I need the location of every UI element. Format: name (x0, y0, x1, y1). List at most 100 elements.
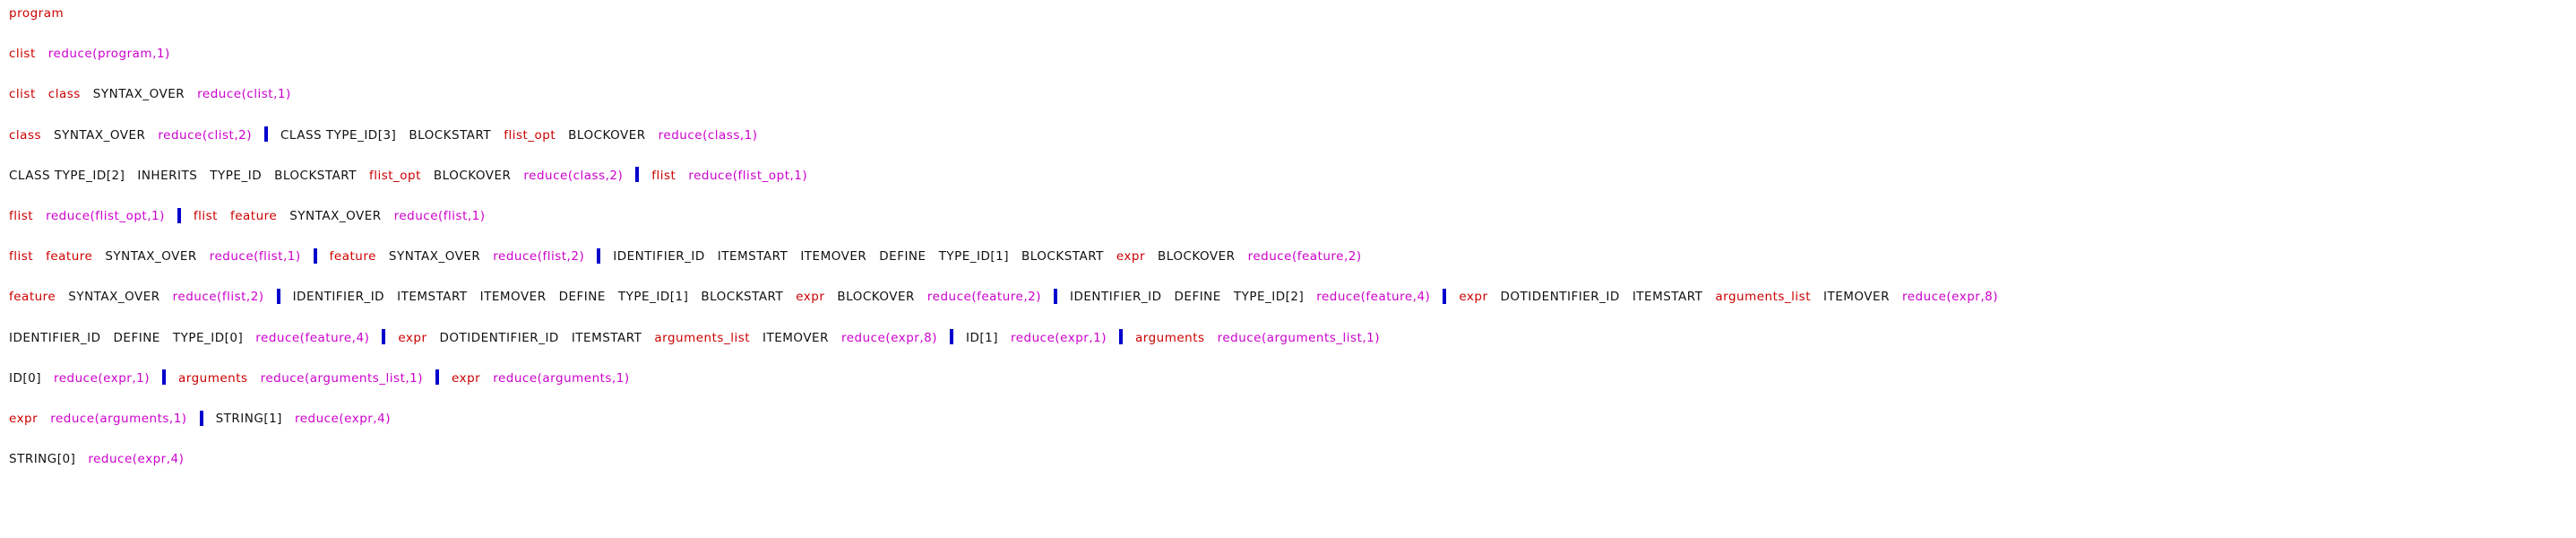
separator-bar (276, 288, 280, 304)
trace-line: feature SYNTAX_OVER reduce(flist,2) IDENTIF… (9, 288, 2011, 305)
terminal-token: DOTIDENTIFIER_ID (439, 330, 559, 345)
terminal-token: BLOCKSTART (409, 127, 492, 143)
nonterminal-token: class (47, 87, 81, 102)
reduce-action: reduce(flist,1) (393, 209, 486, 223)
separator-bar (597, 247, 601, 264)
terminal-token: STRING[0] (9, 452, 76, 467)
reduce-action: reduce(expr,8) (1901, 290, 1998, 305)
trace-line: STRING[0] reduce(expr,4) (9, 451, 196, 467)
terminal-token: TYPE_ID (210, 168, 263, 183)
terminal-token: TYPE_ID[1] (617, 290, 689, 305)
terminal-token: DEFINE (558, 290, 606, 305)
separator-bar (435, 369, 440, 386)
trace-line: flist feature SYNTAX_OVER reduce(flist,1) fe… (9, 247, 1374, 265)
reduce-action: reduce(arguments_list,1) (1217, 330, 1381, 345)
terminal-token: BLOCKOVER (433, 168, 512, 183)
nonterminal-token: expr (796, 290, 825, 305)
nonterminal-token: flist_opt (368, 168, 421, 183)
nonterminal-token: expr (1116, 249, 1146, 265)
reduce-action: reduce(expr,1) (1011, 330, 1107, 345)
terminal-token: CLASS TYPE_ID[2] (9, 168, 125, 183)
reduce-action: reduce(arguments,1) (493, 370, 630, 386)
terminal-token: CLASS TYPE_ID[3] (280, 127, 397, 143)
trace-line: program (9, 5, 76, 22)
terminal-token: SYNTAX_OVER (92, 87, 185, 102)
terminal-token: ITEMSTART (717, 249, 788, 265)
trace-line: ID[0] reduce(expr,1) arguments reduce(argum… (9, 369, 642, 386)
parse-trace-canvas: { "colors": { "terminal": "#111111", "no… (0, 0, 2576, 538)
trace-line: class SYNTAX_OVER reduce(clist,2) CLASS TYP… (9, 126, 771, 143)
reduce-action: reduce(arguments_list,1) (260, 370, 424, 386)
separator-bar (313, 247, 317, 264)
reduce-action: reduce(clist,1) (197, 87, 291, 102)
terminal-token: SYNTAX_OVER (54, 127, 146, 143)
nonterminal-token: clist (9, 87, 36, 102)
terminal-token: ID[1] (966, 330, 998, 345)
separator-bar (950, 329, 953, 345)
terminal-token: IDENTIFIER_ID (613, 249, 705, 265)
reduce-action: reduce(feature,4) (1316, 290, 1431, 305)
reduce-action: reduce(feature,4) (255, 330, 370, 345)
nonterminal-token: program (9, 6, 65, 21)
nonterminal-token: class (9, 127, 42, 143)
terminal-token: ITEMOVER (762, 330, 829, 345)
reduce-action: reduce(flist,2) (493, 249, 585, 265)
nonterminal-token: arguments (1135, 330, 1205, 345)
terminal-token: ITEMSTART (1632, 290, 1703, 305)
terminal-token: ITEMSTART (571, 330, 642, 345)
nonterminal-token: feature (229, 209, 278, 223)
terminal-token: BLOCKSTART (274, 168, 357, 183)
nonterminal-token: flist (9, 209, 34, 223)
nonterminal-token: flist_opt (504, 127, 556, 143)
terminal-token: INHERITS (137, 168, 198, 183)
nonterminal-token: expr (398, 330, 427, 345)
trace-line: flist reduce(flist_opt,1) flist feature SYNT… (9, 207, 498, 224)
nonterminal-token: flist (9, 249, 34, 265)
reduce-action: reduce(flist,2) (172, 290, 264, 305)
terminal-token: SYNTAX_OVER (68, 290, 160, 305)
reduce-action: reduce(arguments,1) (50, 412, 187, 426)
separator-bar (635, 167, 640, 183)
nonterminal-token: flist (651, 168, 676, 183)
reduce-action: reduce(expr,8) (840, 330, 937, 345)
terminal-token: IDENTIFIER_ID (292, 290, 385, 305)
terminal-token: TYPE_ID[2] (1233, 290, 1305, 305)
reduce-action: reduce(expr,4) (88, 452, 185, 467)
terminal-token: ITEMSTART (397, 290, 468, 305)
separator-bar (1053, 288, 1057, 304)
terminal-token: ITEMOVER (800, 249, 867, 265)
nonterminal-token: feature (329, 249, 376, 265)
trace-line: expr reduce(arguments,1) STRING[1] reduce(e… (9, 410, 403, 427)
terminal-token: SYNTAX_OVER (388, 249, 481, 265)
terminal-token: ITEMOVER (479, 290, 547, 305)
terminal-token: TYPE_ID[1] (938, 249, 1009, 265)
terminal-token: BLOCKOVER (1158, 249, 1236, 265)
nonterminal-token: expr (1459, 290, 1488, 305)
separator-bar (177, 207, 181, 223)
reduce-action: reduce(expr,4) (294, 412, 391, 426)
trace-line: IDENTIFIER_ID DEFINE TYPE_ID[0] reduce(feat… (9, 329, 1392, 346)
terminal-token: IDENTIFIER_ID (9, 330, 101, 345)
reduce-action: reduce(expr,1) (54, 370, 151, 386)
reduce-action: reduce(class,1) (658, 127, 758, 143)
nonterminal-token: arguments (178, 370, 248, 386)
nonterminal-token: feature (9, 290, 56, 305)
terminal-token: IDENTIFIER_ID (1069, 290, 1162, 305)
separator-bar (1119, 329, 1124, 345)
terminal-token: BLOCKSTART (1021, 249, 1104, 265)
trace-line: clist class SYNTAX_OVER reduce(clist,1) (9, 86, 304, 102)
nonterminal-token: expr (452, 370, 481, 386)
terminal-token: SYNTAX_OVER (289, 209, 382, 223)
reduce-action: reduce(program,1) (47, 47, 170, 62)
terminal-token: DEFINE (1174, 290, 1221, 305)
nonterminal-token: clist (9, 47, 36, 62)
nonterminal-token: flist (193, 209, 218, 223)
terminal-token: DEFINE (879, 249, 926, 265)
terminal-token: SYNTAX_OVER (105, 249, 197, 265)
separator-bar (162, 369, 167, 386)
separator-bar (263, 126, 268, 143)
separator-bar (1443, 288, 1447, 304)
terminal-token: ITEMOVER (1823, 290, 1890, 305)
terminal-token: DOTIDENTIFIER_ID (1500, 290, 1620, 305)
reduce-action: reduce(clist,2) (158, 127, 252, 143)
